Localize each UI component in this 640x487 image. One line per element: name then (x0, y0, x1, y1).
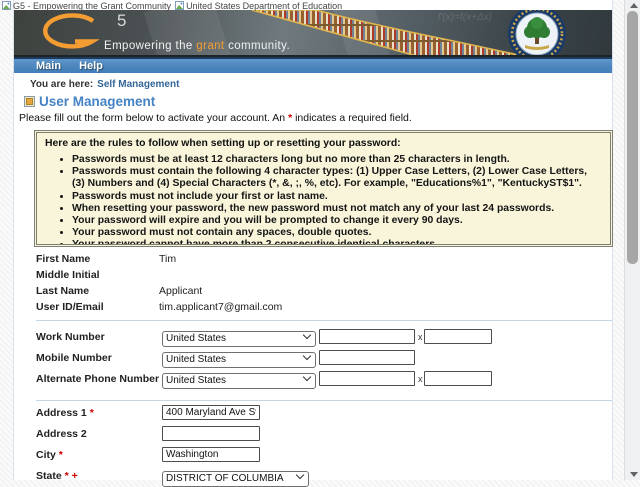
page-title: User Management (24, 94, 155, 109)
mobile-country-select-wrap: United States (162, 349, 316, 365)
work-country-select[interactable]: United States (162, 331, 316, 347)
page-icon (2, 1, 11, 10)
address1-input[interactable] (162, 405, 260, 420)
mobile-country-select[interactable]: United States (162, 352, 316, 368)
window-tab-label: G5 - Empowering the Grant Community (13, 1, 171, 11)
address2-input[interactable] (162, 426, 260, 441)
address1-label: Address 1 * (36, 407, 94, 419)
mobile-number-input[interactable] (319, 350, 415, 365)
last-name-label: Last Name (36, 285, 89, 297)
user-id-email-label: User ID/Email (36, 301, 104, 313)
city-input[interactable] (162, 447, 260, 462)
password-rules-list: Passwords must be at least 12 characters… (45, 154, 602, 247)
required-symbol: * + (65, 470, 78, 482)
window-tab-doe[interactable]: United States Department of Education (175, 1, 342, 11)
scrollbar-thumb[interactable] (627, 11, 638, 264)
scroll-down-arrow-icon[interactable] (630, 472, 638, 477)
first-name-value: Tim (159, 253, 176, 265)
password-rule: Passwords must be at least 12 characters… (72, 154, 602, 166)
menu-item-help[interactable]: Help (79, 60, 103, 72)
window-tab-label: United States Department of Education (186, 1, 342, 11)
breadcrumb: You are here: Self Management (30, 79, 179, 90)
password-rule: Your password cannot have more than 2 co… (72, 239, 602, 247)
alternate-ext-separator: x (418, 374, 423, 384)
password-rule: Passwords must contain the following 4 c… (72, 166, 602, 190)
alternate-country-select-wrap: United States (162, 370, 316, 386)
user-id-email-value: tim.applicant7@gmail.com (159, 301, 282, 313)
window-title-strip: G5 - Empowering the Grant Community Unit… (2, 0, 342, 11)
intro-text: Please fill out the form below to activa… (19, 112, 412, 124)
work-ext-separator: x (418, 332, 423, 342)
window-tab-g5[interactable]: G5 - Empowering the Grant Community (2, 1, 171, 11)
password-rule: When resetting your password, the new pa… (72, 203, 602, 215)
page: f'(x)=f(x+Δx) (13, 0, 613, 480)
alternate-country-select[interactable]: United States (162, 373, 316, 389)
address2-label: Address 2 (36, 428, 87, 440)
password-rules-heading: Here are the rules to follow when settin… (45, 138, 602, 149)
divider (36, 400, 612, 401)
menu-bar: Main Help (14, 57, 612, 73)
password-rule: Your password will expire and you will b… (72, 215, 602, 227)
alternate-number-input[interactable] (319, 371, 415, 386)
scroll-up-arrow-icon[interactable] (630, 3, 638, 8)
password-rules-box: Here are the rules to follow when settin… (34, 130, 613, 247)
state-label: State * + (36, 470, 78, 482)
work-country-select-wrap: United States (162, 328, 316, 344)
breadcrumb-prefix: You are here: (30, 79, 93, 90)
g-letter-icon (38, 13, 108, 51)
first-name-label: First Name (36, 253, 90, 265)
logo-number: 5 (117, 11, 126, 31)
tagline-grant: grant (196, 40, 224, 52)
page-title-text: User Management (39, 94, 155, 109)
alternate-ext-input[interactable] (424, 371, 492, 386)
banner: f'(x)=f(x+Δx) (14, 10, 612, 57)
page-icon (175, 1, 184, 10)
state-select[interactable]: DISTRICT OF COLUMBIA (162, 471, 309, 487)
doe-seal-icon (506, 10, 568, 57)
work-number-input[interactable] (319, 329, 415, 344)
required-symbol: * (90, 407, 94, 419)
user-management-icon (24, 96, 35, 107)
city-label: City * (36, 449, 63, 461)
vertical-scrollbar[interactable] (624, 0, 640, 480)
alternate-phone-label: Alternate Phone Number (36, 373, 159, 385)
required-symbol: * (59, 449, 63, 461)
state-select-wrap: DISTRICT OF COLUMBIA (162, 468, 309, 484)
last-name-value: Applicant (159, 285, 202, 297)
work-number-label: Work Number (36, 331, 105, 343)
breadcrumb-link-self-management[interactable]: Self Management (97, 79, 179, 90)
divider (36, 320, 612, 321)
mobile-number-label: Mobile Number (36, 352, 112, 364)
menu-item-main[interactable]: Main (36, 60, 61, 72)
work-ext-input[interactable] (424, 329, 492, 344)
password-rule: Passwords must not include your first or… (72, 191, 602, 203)
banner-tagline: Empowering the grant community. (104, 40, 290, 52)
password-rule: Your password must not contain any space… (72, 227, 602, 239)
middle-initial-label: Middle Initial (36, 269, 100, 281)
